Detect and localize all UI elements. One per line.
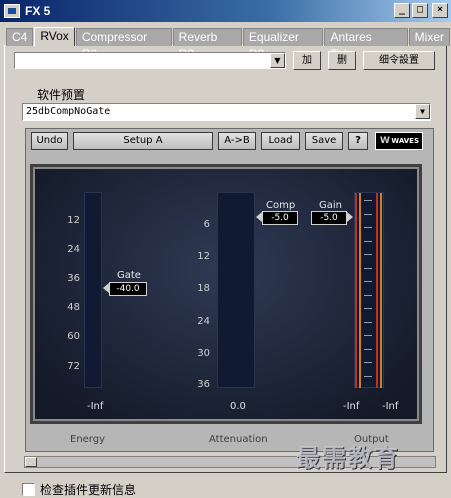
output-right-meter bbox=[380, 193, 382, 388]
preset-select[interactable]: 25dbCompNoGate ▼ bbox=[22, 103, 431, 121]
title-bar: FX 5 _ □ × bbox=[0, 0, 451, 22]
setup-button[interactable]: Setup A bbox=[73, 132, 213, 150]
attenuation-tick: 30 bbox=[197, 348, 210, 359]
comp-value[interactable]: -5.0 bbox=[262, 211, 298, 225]
output-scale-tick bbox=[364, 267, 372, 269]
delete-button[interactable]: 删 bbox=[328, 51, 356, 70]
tab-equalizer[interactable]: Equalizer R3 bbox=[242, 28, 324, 61]
tab-strip: C4 RVox Compressor R3 Reverb R3 Equalize… bbox=[6, 27, 451, 61]
energy-meter bbox=[84, 192, 102, 388]
update-checkbox-label: 检查插件更新信息 bbox=[40, 483, 137, 497]
output-scale-tick bbox=[364, 362, 372, 363]
output-scale-tick bbox=[364, 200, 372, 201]
output-right-readout: -Inf bbox=[382, 401, 399, 412]
settings-button[interactable]: 细令設置 bbox=[363, 51, 435, 70]
load-button[interactable]: Load bbox=[261, 132, 300, 150]
attenuation-tick: 6 bbox=[203, 219, 210, 230]
tab-antares-tube[interactable]: Antares Tube bbox=[324, 28, 408, 61]
preset-value: 25dbCompNoGate bbox=[26, 106, 111, 117]
undo-button[interactable]: Undo bbox=[31, 132, 68, 150]
waves-logo: WAVES bbox=[375, 132, 423, 150]
output-left-meter bbox=[355, 193, 357, 388]
plugin-chain-select[interactable]: ▼ bbox=[14, 52, 286, 69]
close-button[interactable]: × bbox=[432, 3, 448, 18]
chevron-down-icon[interactable]: ▼ bbox=[415, 104, 430, 119]
tab-reverb[interactable]: Reverb R3 bbox=[172, 28, 242, 61]
energy-label: Energy bbox=[70, 434, 106, 445]
update-check-row[interactable]: 检查插件更新信息 bbox=[22, 481, 136, 498]
energy-tick: 24 bbox=[67, 244, 80, 255]
output-scale-tick bbox=[364, 294, 372, 296]
energy-tick: 36 bbox=[67, 273, 80, 284]
output-left-readout: -Inf bbox=[343, 401, 360, 412]
gain-pointer-icon[interactable] bbox=[347, 212, 353, 222]
tab-rvox[interactable]: RVox bbox=[34, 27, 75, 46]
output-scale-tick bbox=[364, 348, 372, 350]
attenuation-meter bbox=[217, 192, 255, 388]
output-scale-tick bbox=[364, 308, 372, 309]
output-left-meter bbox=[359, 193, 361, 388]
output-scale-tick bbox=[364, 375, 372, 377]
gate-label: Gate bbox=[117, 270, 141, 281]
window-title: FX 5 bbox=[25, 4, 51, 18]
app-icon bbox=[4, 4, 20, 18]
preset-section-label: 软件预置 bbox=[37, 88, 86, 102]
update-checkbox[interactable] bbox=[22, 483, 35, 496]
output-right-meter bbox=[376, 193, 378, 388]
ab-button[interactable]: A->B bbox=[218, 132, 256, 150]
attenuation-label: Attenuation bbox=[209, 434, 268, 445]
comp-label: Comp bbox=[266, 200, 296, 211]
output-scale-tick bbox=[364, 227, 372, 228]
save-button[interactable]: Save bbox=[305, 132, 343, 150]
chevron-down-icon[interactable]: ▼ bbox=[270, 53, 285, 68]
attenuation-readout: 0.0 bbox=[230, 401, 246, 412]
gate-value[interactable]: -40.0 bbox=[109, 282, 147, 296]
energy-tick: 48 bbox=[67, 302, 80, 313]
gain-value[interactable]: -5.0 bbox=[311, 211, 347, 225]
add-button[interactable]: 加 bbox=[293, 51, 321, 70]
attenuation-tick: 36 bbox=[197, 379, 210, 390]
energy-readout: -Inf bbox=[87, 401, 104, 412]
output-scale-tick bbox=[364, 254, 372, 255]
maximize-button[interactable]: □ bbox=[412, 3, 428, 18]
minimize-button[interactable]: _ bbox=[394, 3, 410, 18]
attenuation-tick: 24 bbox=[197, 316, 210, 327]
gain-label: Gain bbox=[319, 200, 342, 211]
tab-mixer[interactable]: Mixer bbox=[408, 28, 451, 46]
help-button[interactable]: ? bbox=[348, 132, 368, 150]
output-scale-tick bbox=[364, 321, 372, 323]
output-scale-tick bbox=[364, 281, 372, 282]
output-scale-tick bbox=[364, 213, 372, 215]
output-scale-tick bbox=[364, 335, 372, 336]
attenuation-tick: 18 bbox=[197, 283, 210, 294]
tab-c4[interactable]: C4 bbox=[6, 28, 34, 46]
energy-tick: 60 bbox=[67, 331, 80, 342]
watermark: 最需教育 bbox=[296, 444, 400, 472]
tab-compressor[interactable]: Compressor R3 bbox=[75, 28, 172, 61]
output-scale-tick bbox=[364, 240, 372, 242]
attenuation-tick: 12 bbox=[197, 251, 210, 262]
energy-tick: 72 bbox=[67, 361, 80, 372]
energy-tick: 12 bbox=[67, 215, 80, 226]
scrollbar-thumb[interactable] bbox=[25, 457, 37, 467]
